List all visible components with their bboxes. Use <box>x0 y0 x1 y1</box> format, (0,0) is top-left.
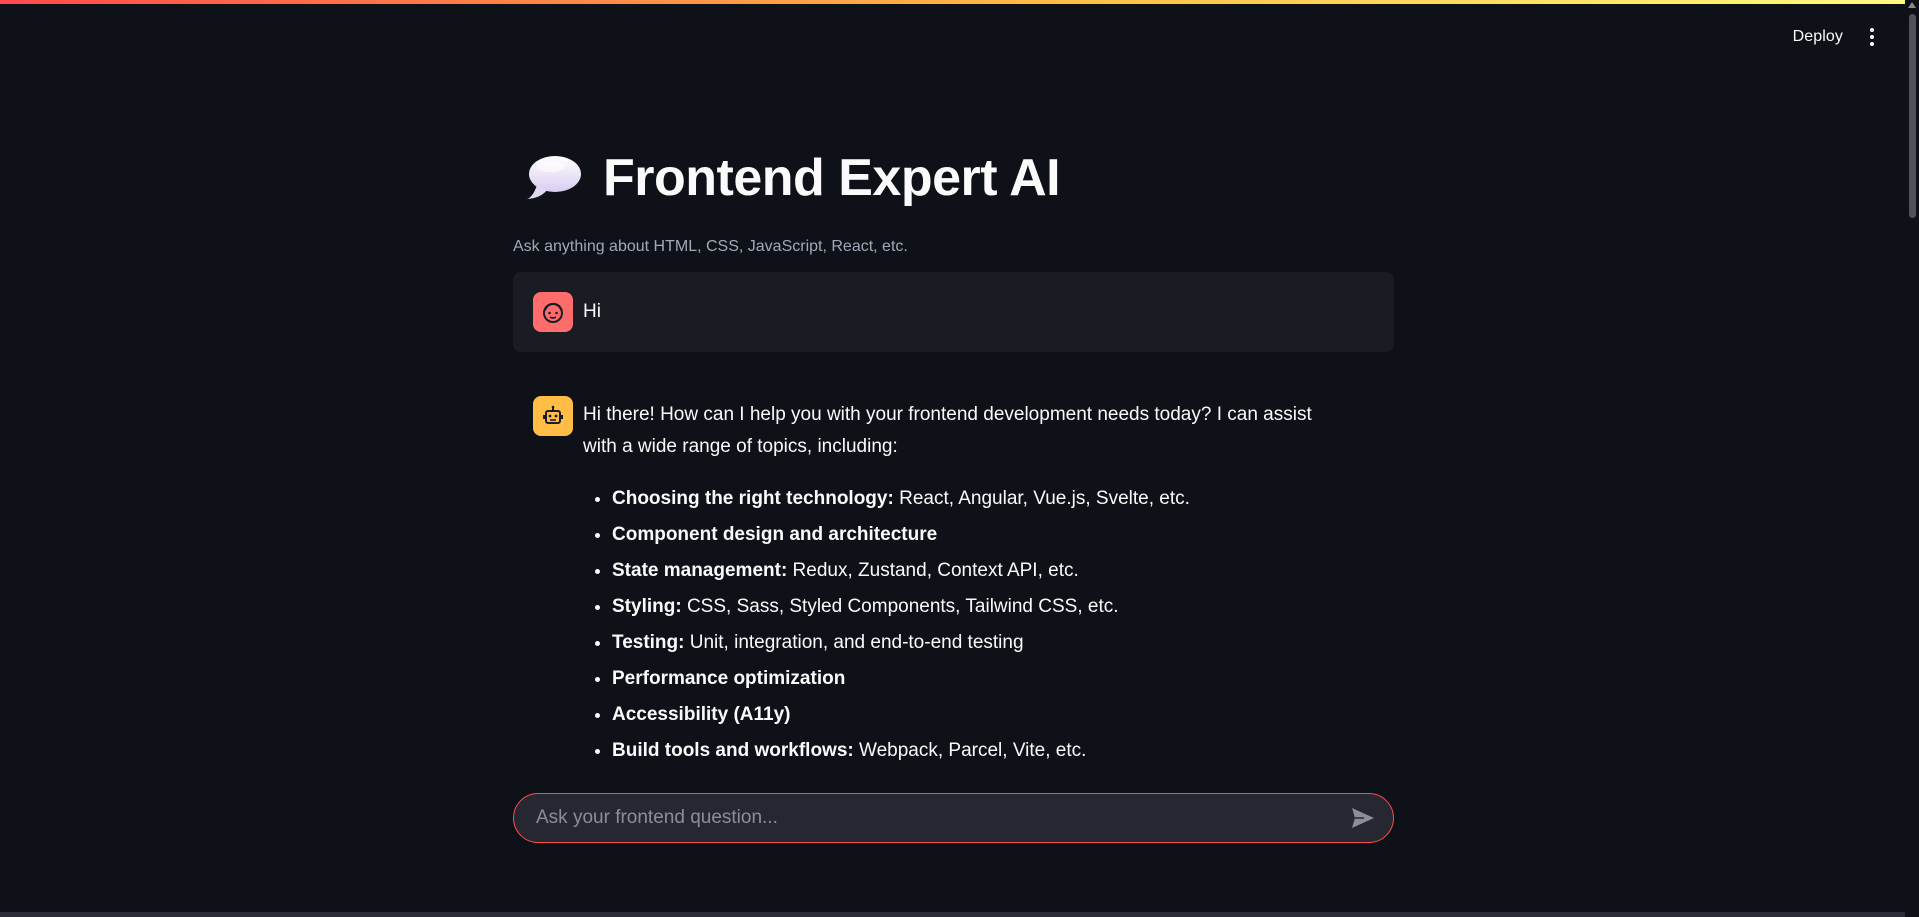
assistant-message: Hi there! How can I help you with your f… <box>513 376 1394 789</box>
page-title: Frontend Expert AI <box>525 140 1394 216</box>
list-item: Accessibility (A11y) <box>612 697 1374 733</box>
header-toolbar: Deploy <box>1793 26 1879 48</box>
chat-input-bar <box>513 793 1394 843</box>
user-face-icon <box>533 292 573 332</box>
more-vertical-icon[interactable] <box>1865 26 1879 48</box>
list-item: Build tools and workflows: Webpack, Parc… <box>612 733 1374 769</box>
page-scrollbar[interactable] <box>1905 0 1919 917</box>
list-item: Performance optimization <box>612 661 1374 697</box>
speech-balloon-icon <box>525 153 583 203</box>
send-icon[interactable] <box>1349 804 1377 832</box>
list-item: Component design and architecture <box>612 517 1374 553</box>
bottom-border <box>0 912 1905 917</box>
list-item: Styling: CSS, Sass, Styled Components, T… <box>612 589 1374 625</box>
user-message: Hi <box>513 272 1394 352</box>
deploy-button[interactable]: Deploy <box>1793 28 1843 46</box>
scroll-up-icon[interactable] <box>1908 2 1916 8</box>
main-content: Frontend Expert AI Ask anything about HT… <box>513 140 1394 789</box>
list-item: State management: Redux, Zustand, Contex… <box>612 553 1374 589</box>
header-decoration-bar <box>0 0 1919 4</box>
assistant-message-body: Hi there! How can I help you with your f… <box>583 396 1374 769</box>
chat-input[interactable] <box>534 806 1349 830</box>
user-message-text: Hi <box>583 301 601 322</box>
scrollbar-thumb[interactable] <box>1909 14 1916 218</box>
robot-icon <box>533 396 573 436</box>
page-caption: Ask anything about HTML, CSS, JavaScript… <box>513 238 908 255</box>
list-item: Choosing the right technology: React, An… <box>612 481 1374 517</box>
page-title-text: Frontend Expert AI <box>603 149 1061 207</box>
assistant-intro-text: Hi there! How can I help you with your f… <box>583 404 1312 457</box>
list-item: Testing: Unit, integration, and end-to-e… <box>612 625 1374 661</box>
topic-list: Choosing the right technology: React, An… <box>583 481 1374 769</box>
